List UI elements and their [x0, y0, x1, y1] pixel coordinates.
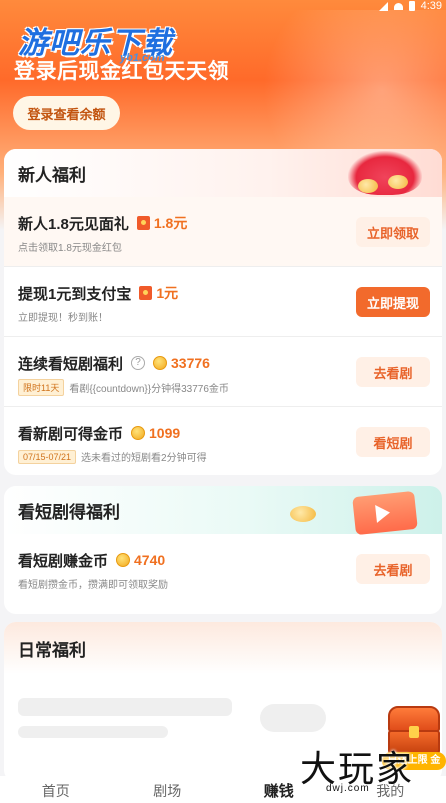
daily-card-header: 日常福利 — [4, 622, 442, 674]
loading-placeholder — [18, 726, 168, 738]
list-item-withdraw-alipay: 提现1元到支付宝 1元 立即提现！秒到账！ 立即提现 — [4, 267, 442, 337]
loading-placeholder — [260, 704, 326, 732]
go-watch-button[interactable]: 去看剧 — [356, 357, 430, 387]
red-packet-icon — [139, 286, 153, 300]
list-item-new-drama-coins: 看新剧可得金币 1099 07/15-07/21 选未看过的短剧看2分钟可得 看… — [4, 407, 442, 475]
drama-welfare-card: 看短剧得福利 看短剧赚金币 4740 看短剧攒金币，攒满即可领取奖励 去看剧 — [4, 486, 442, 614]
list-item-newbie-gift: 新人1.8元见面礼 1.8元 点击领取1.8元现金红包 立即领取 — [4, 197, 442, 267]
row-title: 提现1元到支付宝 — [18, 285, 132, 303]
row-subtitle: 选未看过的短剧看2分钟可得 — [81, 453, 207, 464]
drama-card-title: 看短剧得福利 — [18, 502, 120, 522]
row-amount: 1元 — [156, 285, 179, 301]
row-amount: 1.8元 — [153, 215, 188, 231]
wifi-icon — [393, 2, 403, 10]
go-watch-button[interactable]: 去看剧 — [356, 554, 430, 584]
status-bar: 4:39 — [0, 0, 446, 12]
chest-lock-icon — [409, 726, 419, 738]
signal-icon — [378, 1, 388, 11]
watch-short-drama-button[interactable]: 看短剧 — [356, 427, 430, 457]
newbie-card-header: 新人福利 — [4, 149, 442, 197]
withdraw-now-button[interactable]: 立即提现 — [356, 287, 430, 317]
row-subtitle: 看剧{{countdown}}分钟得33776金币 — [69, 384, 229, 395]
help-icon[interactable]: ? — [131, 356, 146, 370]
time-limit-badge: 限时11天 — [18, 379, 65, 396]
row-subtitle: 看短剧攒金币，攒满即可领取奖励 — [18, 580, 168, 591]
claim-now-button[interactable]: 立即领取 — [356, 217, 430, 247]
drama-card-header: 看短剧得福利 — [4, 486, 442, 536]
row-amount: 1099 — [149, 425, 181, 441]
list-item-continuous-drama: 连续看短剧福利 ? 33776 限时11天 看剧{{countdown}}分钟得… — [4, 337, 442, 407]
row-subtitle: 立即提现！秒到账！ — [18, 313, 108, 324]
list-item-drama-coins: 看短剧赚金币 4740 看短剧攒金币，攒满即可领取奖励 去看剧 — [4, 534, 442, 604]
daily-card-title: 日常福利 — [18, 640, 86, 660]
row-amount: 4740 — [134, 552, 166, 568]
battery-icon — [408, 1, 415, 11]
newbie-welfare-card: 新人福利 新人1.8元见面礼 1.8元 点击领取1.8元现金红包 立即领取 提现… — [4, 149, 442, 475]
row-title: 新人1.8元见面礼 — [18, 215, 129, 233]
tab-theater[interactable]: 剧场 — [127, 781, 207, 801]
row-title: 看新剧可得金币 — [18, 425, 124, 443]
row-title: 连续看短剧福利 — [18, 355, 124, 373]
tab-home[interactable]: 首页 — [16, 781, 96, 801]
red-packet-icon — [136, 216, 150, 230]
coin-icon — [131, 426, 146, 440]
row-title: 看短剧赚金币 — [18, 552, 109, 570]
date-range-badge: 07/15-07/21 — [18, 449, 77, 464]
coin-decoration-icon — [290, 506, 316, 522]
view-balance-button[interactable]: 登录查看余额 — [13, 96, 120, 130]
coin-decoration-icon — [388, 175, 408, 189]
loading-placeholder — [18, 698, 232, 716]
row-subtitle: 点击领取1.8元现金红包 — [18, 243, 122, 254]
coin-decoration-icon — [358, 179, 378, 193]
coin-icon — [116, 553, 131, 567]
video-clapper-icon — [352, 490, 418, 536]
coin-icon — [153, 356, 168, 370]
watermark-subtext: dwj.com — [326, 783, 370, 794]
hero-title: 登录后现金红包天天领 — [14, 60, 229, 83]
status-time: 4:39 — [420, 0, 442, 12]
newbie-card-title: 新人福利 — [18, 165, 86, 185]
row-amount: 33776 — [171, 355, 210, 371]
